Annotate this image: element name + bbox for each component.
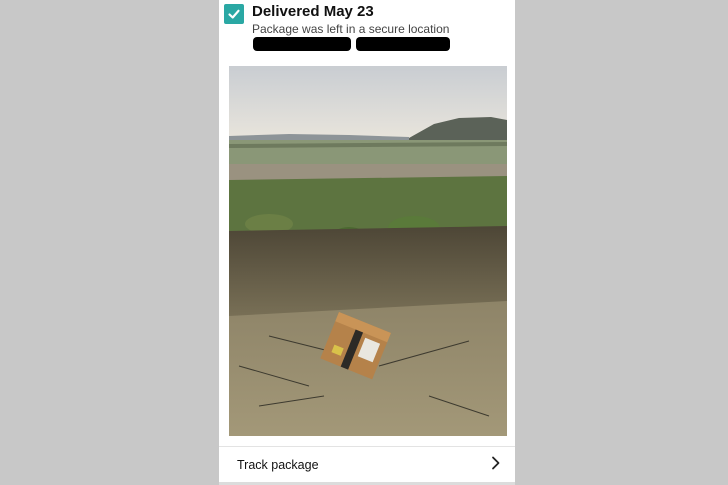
track-package-label: Track package <box>237 458 319 472</box>
chevron-right-icon <box>491 456 501 475</box>
delivery-photo[interactable] <box>229 66 507 436</box>
redacted-text <box>253 37 351 51</box>
track-package-button[interactable]: Track package <box>219 447 515 483</box>
delivery-status-detail: Package was left in a secure location <box>252 22 450 36</box>
checkmark-icon <box>224 4 244 24</box>
delivery-status-title: Delivered May 23 <box>252 3 374 20</box>
delivery-card: Delivered May 23 Package was left in a s… <box>219 0 515 485</box>
redacted-text <box>356 37 450 51</box>
